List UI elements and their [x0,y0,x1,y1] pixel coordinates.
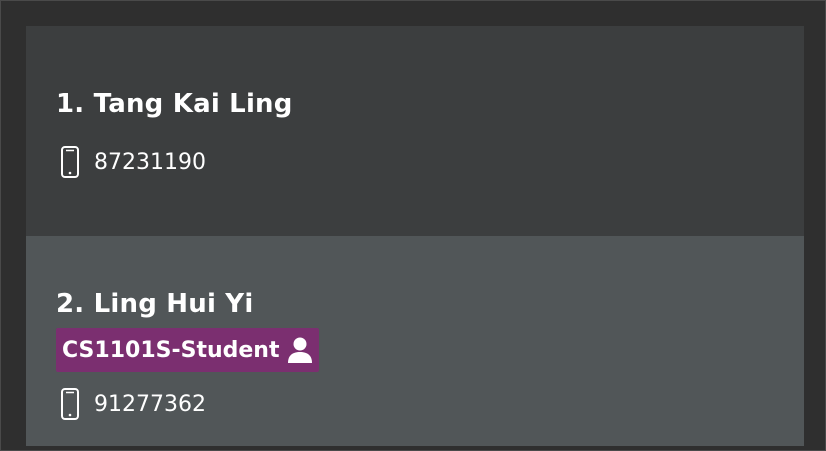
window-frame: 1. Tang Kai Ling 87231190 2. Ling Hui Yi… [0,0,826,451]
contact-name: 1. Tang Kai Ling [56,89,293,119]
mobile-phone-icon [60,388,80,420]
mobile-phone-icon [60,146,80,178]
contact-card-selected[interactable]: 2. Ling Hui Yi CS1101S-Student 91277362 [26,236,804,446]
contact-list[interactable]: 1. Tang Kai Ling 87231190 2. Ling Hui Yi… [26,26,804,446]
contact-name: 2. Ling Hui Yi [56,289,254,319]
contact-card[interactable]: 1. Tang Kai Ling 87231190 [26,26,804,236]
phone-number: 87231190 [94,149,206,175]
tag-badge: CS1101S-Student [56,328,320,372]
contact-phone: 91277362 [60,388,206,420]
person-icon [287,336,313,364]
contact-phone: 87231190 [60,146,206,178]
tag-label: CS1101S-Student [62,337,280,363]
phone-number: 91277362 [94,391,206,417]
